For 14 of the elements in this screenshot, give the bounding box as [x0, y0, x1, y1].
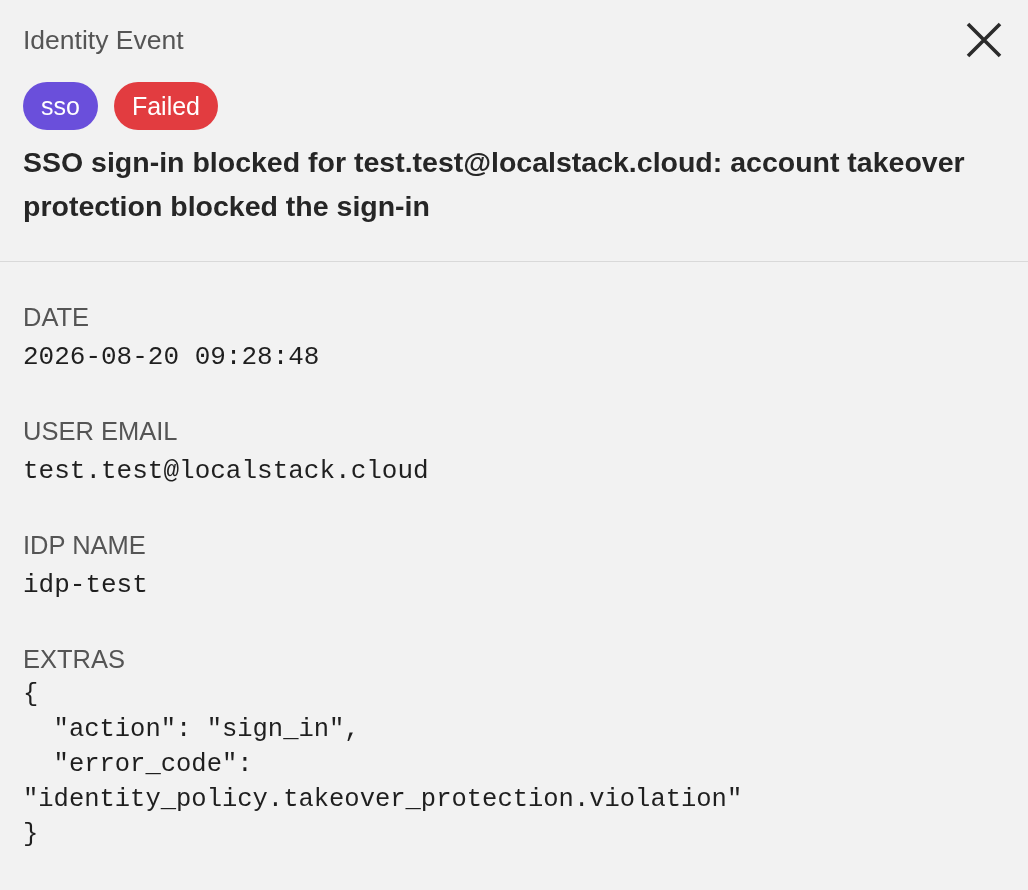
close-button[interactable] [966, 22, 1002, 58]
field-label: IDP NAME [23, 530, 147, 560]
field-value: idp-test [23, 569, 149, 602]
panel-title: Identity Event [23, 24, 184, 56]
field-label: DATE [23, 302, 91, 332]
close-icon [966, 22, 1002, 58]
json-text: { "action": "sign_in", "error_code": "identity_policy.takeover_protection.violation" } [23, 679, 744, 851]
event-summary: SSO sign-in blocked for test.test@localstack.cloud: account takeover protection blocked the sign-in [23, 145, 966, 224]
event-tag: Failed [113, 82, 218, 130]
field-label: USER EMAIL [23, 416, 179, 446]
field-value: test.test@localstack.cloud [23, 455, 430, 488]
field-value: 2026-08-20 09:28:48 [23, 341, 321, 374]
field-label: EXTRAS [23, 644, 127, 674]
event-tag: sso [23, 82, 98, 130]
